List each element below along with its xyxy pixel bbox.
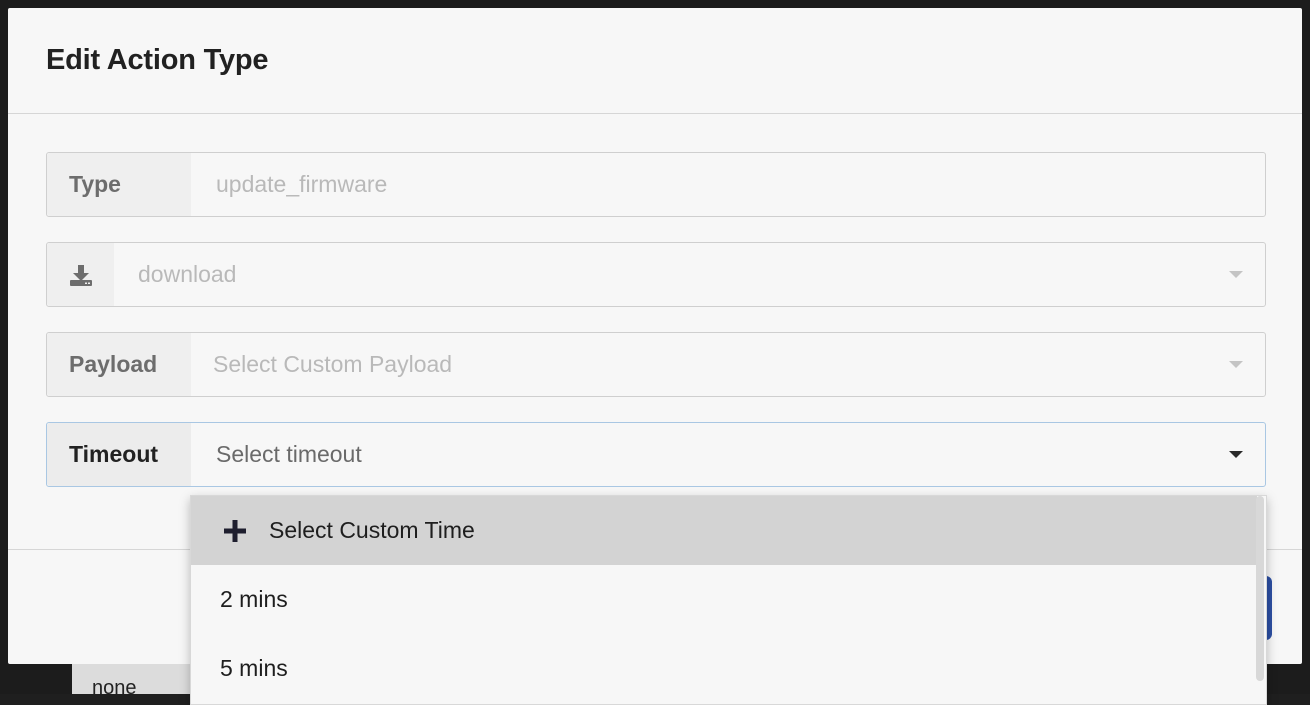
modal-title: Edit Action Type <box>46 44 269 76</box>
download-addon <box>47 243 114 306</box>
timeout-option-2-mins[interactable]: 2 mins <box>191 565 1257 634</box>
dropdown-scrollbar[interactable] <box>1256 496 1264 681</box>
timeout-option-5-mins[interactable]: 5 mins <box>191 634 1257 703</box>
type-input-group: Type update_firmware <box>46 152 1266 217</box>
timeout-label: Timeout <box>47 423 191 486</box>
option-label: Select Custom Time <box>269 517 475 543</box>
modal-header: Edit Action Type <box>8 8 1302 114</box>
option-label: 2 mins <box>220 586 288 612</box>
chevron-down-icon[interactable] <box>1229 451 1243 458</box>
select-custom-time-option[interactable]: Select Custom Time <box>191 496 1257 565</box>
payload-select[interactable]: Select Custom Payload <box>213 333 452 396</box>
background-row-text: none <box>92 677 137 699</box>
timeout-select[interactable]: Select timeout <box>216 423 362 486</box>
chevron-down-icon[interactable] <box>1229 361 1243 368</box>
timeout-dropdown-menu: Select Custom Time 2 mins 5 mins <box>190 495 1267 705</box>
plus-icon <box>224 520 246 542</box>
action-select[interactable]: download <box>138 243 236 306</box>
option-label: 5 mins <box>220 655 288 681</box>
timeout-input-group[interactable]: Timeout Select timeout <box>46 422 1266 487</box>
payload-label: Payload <box>47 333 191 396</box>
type-label: Type <box>47 153 191 216</box>
payload-input-group[interactable]: Payload Select Custom Payload <box>46 332 1266 397</box>
chevron-down-icon[interactable] <box>1229 271 1243 278</box>
action-select-group[interactable]: download <box>46 242 1266 307</box>
type-field: update_firmware <box>216 171 388 197</box>
download-icon <box>70 264 92 286</box>
